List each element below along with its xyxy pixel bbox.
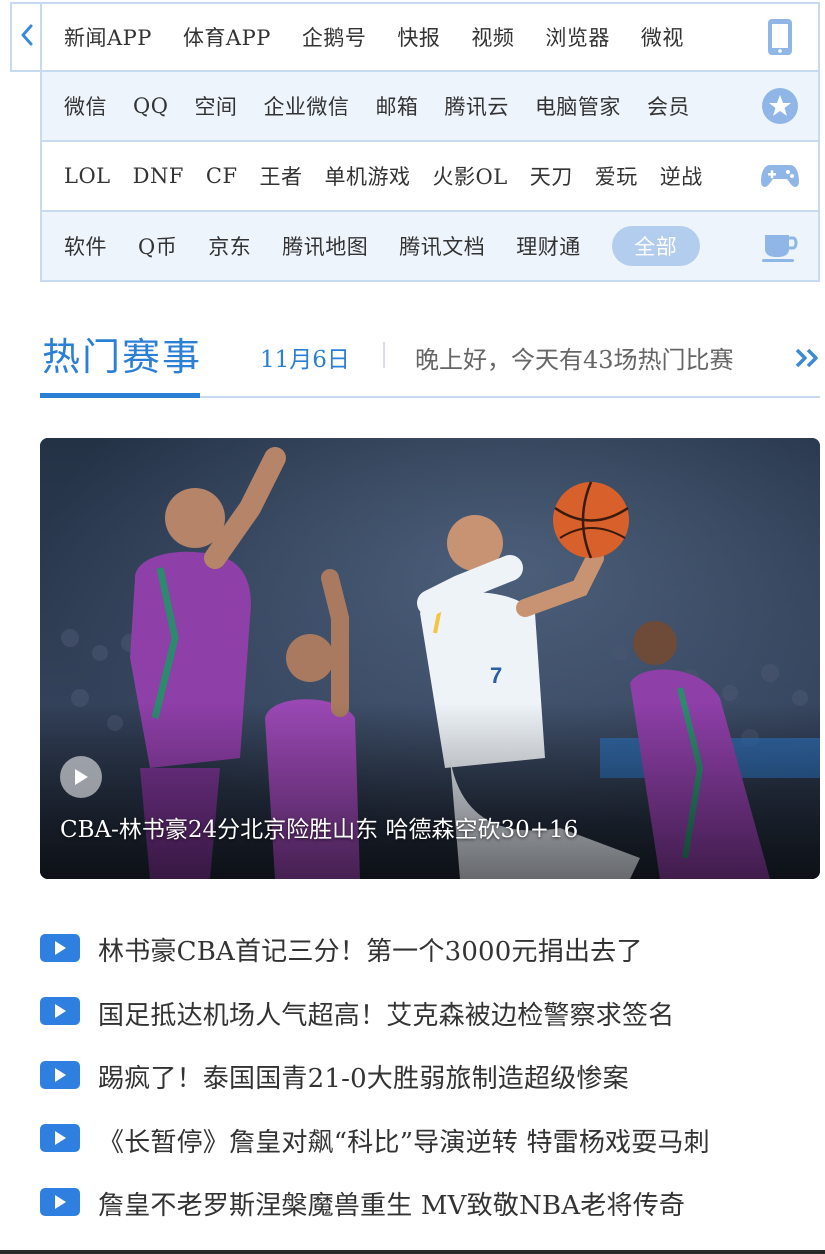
nav-item[interactable]: 腾讯云 [444, 91, 509, 121]
nav-item[interactable]: 腾讯文档 [399, 231, 485, 261]
news-title[interactable]: 踢疯了！泰国国青21-0大胜弱旅制造超级惨案 [98, 1058, 629, 1095]
nav-item[interactable]: 微信 [64, 91, 107, 121]
nav-grid: 新闻APP 体育APP 企鹅号 快报 视频 浏览器 微视 微信 QQ 空间 企业… [40, 2, 820, 282]
video-play-icon [40, 933, 80, 962]
list-item[interactable]: 踢疯了！泰国国青21-0大胜弱旅制造超级惨案 [40, 1045, 820, 1109]
news-title[interactable]: 国足抵达机场人气超高！艾克森被边检警察求签名 [98, 995, 674, 1032]
news-title[interactable]: 《长暂停》詹皇对飙“科比”导演逆转 特雷杨戏耍马刺 [98, 1122, 710, 1159]
nav-item[interactable]: CF [206, 164, 238, 188]
section-title[interactable]: 热门赛事 [42, 326, 202, 381]
star-icon [760, 86, 800, 126]
nav-item[interactable]: 邮箱 [375, 91, 418, 121]
nav-item[interactable]: 王者 [260, 161, 303, 191]
video-play-icon [40, 1187, 80, 1216]
nav-item[interactable]: QQ [133, 94, 168, 118]
nav-item[interactable]: 空间 [194, 91, 237, 121]
nav-row-games: LOL DNF CF 王者 单机游戏 火影OL 天刀 爱玩 逆战 [40, 142, 820, 212]
nav-item[interactable]: 理财通 [516, 231, 581, 261]
list-item[interactable]: 《长暂停》詹皇对飙“科比”导演逆转 特雷杨戏耍马刺 [40, 1109, 820, 1173]
news-title[interactable]: 林书豪CBA首记三分！第一个3000元捐出去了 [98, 931, 643, 968]
cup-icon [760, 226, 800, 266]
divider [383, 342, 385, 368]
nav-item[interactable]: 京东 [208, 231, 251, 261]
nav-item[interactable]: 爱玩 [595, 161, 638, 191]
list-item[interactable]: 詹皇不老罗斯涅槃魔兽重生 MV致敬NBA老将传奇 [40, 1172, 820, 1236]
nav-item[interactable]: 逆战 [660, 161, 703, 191]
section-underline-active [40, 393, 200, 398]
nav-item[interactable]: 天刀 [530, 161, 573, 191]
hot-events-header: 热门赛事 11月6日 晚上好，今天有43场热门比赛 [40, 318, 820, 398]
news-title[interactable]: 詹皇不老罗斯涅槃魔兽重生 MV致敬NBA老将传奇 [98, 1185, 685, 1222]
nav-item[interactable]: 企鹅号 [302, 22, 367, 52]
date-label: 11月6日 [260, 347, 350, 373]
nav-item[interactable]: Q币 [138, 231, 177, 261]
nav-item[interactable]: 新闻APP [64, 22, 152, 52]
greeting-text[interactable]: 晚上好，今天有43场热门比赛 [415, 340, 734, 375]
list-item[interactable]: 国足抵达机场人气超高！艾克森被边检警察求签名 [40, 982, 820, 1046]
play-icon[interactable] [60, 756, 102, 798]
news-list: 林书豪CBA首记三分！第一个3000元捐出去了 国足抵达机场人气超高！艾克森被边… [40, 918, 820, 1236]
video-play-icon [40, 997, 80, 1026]
nav-item[interactable]: 腾讯地图 [282, 231, 368, 261]
chevron-left-icon [20, 24, 34, 50]
nav-item[interactable]: 体育APP [183, 22, 271, 52]
nav-item[interactable]: 企业微信 [263, 91, 349, 121]
nav-item[interactable]: 软件 [64, 231, 107, 261]
nav-row-tools: 软件 Q币 京东 腾讯地图 腾讯文档 理财通 全部 [40, 212, 820, 282]
hero-caption: CBA-林书豪24分北京险胜山东 哈德森空砍30+16 [60, 817, 579, 843]
double-chevron-right-icon[interactable] [794, 346, 822, 370]
nav-item[interactable]: 快报 [397, 22, 440, 52]
nav-item[interactable]: 会员 [647, 91, 690, 121]
nav-item[interactable]: DNF [133, 164, 184, 188]
nav-back-button[interactable] [10, 2, 41, 72]
nav-item[interactable]: 火影OL [433, 161, 508, 191]
nav-row-apps: 新闻APP 体育APP 企鹅号 快报 视频 浏览器 微视 [40, 2, 820, 72]
hero-video-card[interactable]: 7 CBA-林书豪24分北京险胜山东 哈德森空砍30+16 [40, 438, 820, 879]
nav-item[interactable]: 微视 [641, 22, 684, 52]
nav-item[interactable]: 单机游戏 [325, 161, 411, 191]
video-play-icon [40, 1124, 80, 1153]
gamepad-icon [760, 156, 800, 196]
nav-item[interactable]: LOL [64, 164, 111, 188]
nav-item[interactable]: 浏览器 [545, 22, 610, 52]
all-button[interactable]: 全部 [611, 226, 700, 266]
nav-item[interactable]: 视频 [471, 22, 514, 52]
list-item[interactable]: 林书豪CBA首记三分！第一个3000元捐出去了 [40, 918, 820, 982]
phone-icon [760, 17, 800, 57]
video-play-icon [40, 1060, 80, 1089]
nav-row-services: 微信 QQ 空间 企业微信 邮箱 腾讯云 电脑管家 会员 [40, 72, 820, 142]
nav-item[interactable]: 电脑管家 [535, 91, 621, 121]
bottom-border [0, 1250, 825, 1254]
